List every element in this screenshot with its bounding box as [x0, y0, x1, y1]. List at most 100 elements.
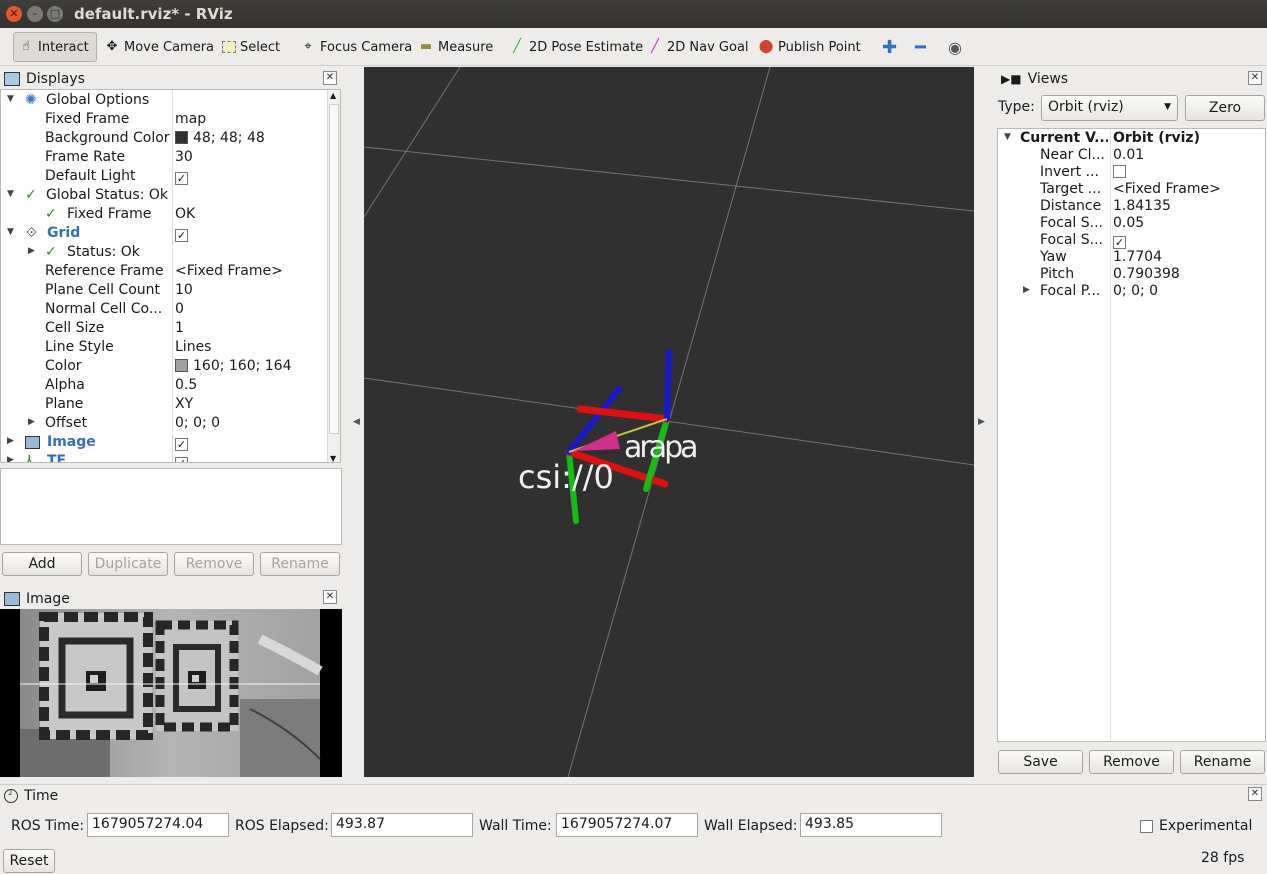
invert-z-checkbox[interactable]: [1113, 165, 1126, 178]
monitor-icon: [4, 72, 20, 86]
tree-row-background-color[interactable]: Background Color 48; 48; 48: [1, 129, 327, 148]
tree-row-color[interactable]: Color 160; 160; 164: [1, 357, 327, 376]
scene-canvas[interactable]: csi://0 arapa: [364, 67, 974, 777]
check-icon: ✓: [45, 244, 57, 260]
tf-enabled-checkbox[interactable]: ✓: [175, 457, 188, 462]
magenta-arrow-icon: ╱: [651, 39, 659, 54]
ros-time-field[interactable]: 1679057274.04: [87, 813, 229, 837]
remove-view-button[interactable]: Remove: [1089, 750, 1174, 774]
add-display-button[interactable]: Add: [2, 552, 82, 576]
zero-button[interactable]: Zero: [1185, 95, 1265, 121]
collapsed-arrow-icon[interactable]: ▶: [7, 436, 14, 446]
experimental-checkbox[interactable]: [1140, 820, 1153, 833]
tree-row-normal-cell-count[interactable]: Normal Cell Co... 0: [1, 300, 327, 319]
expand-arrow-icon[interactable]: ▼: [7, 94, 14, 104]
tree-row-plane[interactable]: Plane XY: [1, 395, 327, 414]
default-light-checkbox[interactable]: ✓: [175, 172, 188, 185]
ros-elapsed-field[interactable]: 493.87: [331, 813, 473, 837]
views-row-focal-shape-fixed[interactable]: Focal S... ✓: [998, 232, 1265, 249]
collapsed-arrow-icon[interactable]: ▶: [28, 246, 35, 256]
tree-row-alpha[interactable]: Alpha 0.5: [1, 376, 327, 395]
tree-row-image[interactable]: ▶ Image ✓: [1, 433, 327, 452]
tree-row-plane-cell-count[interactable]: Plane Cell Count 10: [1, 281, 327, 300]
window-minimize-button[interactable]: –: [27, 6, 43, 22]
tree-row-status-fixed-frame[interactable]: ✓ Fixed Frame OK: [1, 205, 327, 224]
tree-row-cell-size[interactable]: Cell Size 1: [1, 319, 327, 338]
tree-row-frame-rate[interactable]: Frame Rate 30: [1, 148, 327, 167]
duplicate-display-button[interactable]: Duplicate: [88, 552, 168, 576]
render-3d-viewport[interactable]: csi://0 arapa: [364, 67, 974, 777]
views-row-focal-point[interactable]: ▶ Focal P... 0; 0; 0: [998, 283, 1265, 300]
views-row-invert-z[interactable]: Invert ...: [998, 164, 1265, 181]
tree-row-grid-status[interactable]: ▶ ✓ Status: Ok: [1, 243, 327, 262]
check-icon: ✓: [25, 187, 37, 203]
wall-time-label: Wall Time:: [479, 818, 552, 834]
tool-measure[interactable]: ▬ Measure: [414, 32, 497, 62]
tree-row-global-options[interactable]: ▼ ✺ Global Options: [1, 91, 327, 110]
scroll-up-icon[interactable]: ▲: [330, 91, 336, 100]
expand-arrow-icon[interactable]: ▼: [1004, 132, 1011, 142]
tree-row-fixed-frame[interactable]: Fixed Frame map: [1, 110, 327, 129]
time-panel-close-button[interactable]: ✕: [1248, 787, 1262, 801]
views-row-target-frame[interactable]: Target ... <Fixed Frame>: [998, 181, 1265, 198]
ruler-icon: ▬: [419, 39, 433, 54]
tree-row-tf[interactable]: ▶ ⅄ TF ✓: [1, 452, 327, 462]
camera-icon: ▶■: [1001, 72, 1022, 86]
rename-display-button[interactable]: Rename: [260, 552, 340, 576]
focal-shape-fixed-checkbox[interactable]: ✓: [1113, 236, 1126, 249]
collapsed-arrow-icon[interactable]: ▶: [28, 417, 35, 427]
color-swatch: [175, 359, 188, 372]
views-row-pitch[interactable]: Pitch 0.790398: [998, 266, 1265, 283]
left-splitter-arrow-icon[interactable]: ◀: [353, 417, 360, 427]
add-tool-button[interactable]: ✚: [878, 32, 901, 62]
wall-time-field[interactable]: 1679057274.07: [556, 813, 698, 837]
window-maximize-button[interactable]: □: [47, 6, 63, 22]
image-enabled-checkbox[interactable]: ✓: [175, 438, 188, 451]
tree-row-offset[interactable]: ▶ Offset 0; 0; 0: [1, 414, 327, 433]
views-row-current-view[interactable]: ▼ Current V... Orbit (rviz): [998, 130, 1265, 147]
window-close-button[interactable]: ✕: [6, 6, 22, 22]
scroll-down-icon[interactable]: ▼: [330, 454, 336, 462]
rename-view-button[interactable]: Rename: [1180, 750, 1265, 774]
tool-publish-point[interactable]: ⬤ Publish Point: [754, 32, 865, 62]
displays-close-button[interactable]: ✕: [323, 71, 337, 85]
views-row-distance[interactable]: Distance 1.84135: [998, 198, 1265, 215]
views-row-focal-shape-size[interactable]: Focal S... 0.05: [998, 215, 1265, 232]
right-splitter-arrow-icon[interactable]: ▶: [978, 417, 985, 427]
tool-select[interactable]: Select: [218, 32, 284, 62]
tree-row-default-light[interactable]: Default Light ✓: [1, 167, 327, 186]
grid-enabled-checkbox[interactable]: ✓: [175, 229, 188, 242]
reset-button[interactable]: Reset: [3, 849, 55, 873]
views-row-near-clip[interactable]: Near Cl... 0.01: [998, 147, 1265, 164]
views-row-yaw[interactable]: Yaw 1.7704: [998, 249, 1265, 266]
panels-visibility-button[interactable]: ◉: [944, 32, 966, 62]
tool-interact[interactable]: ☝ Interact: [13, 32, 97, 62]
view-type-select[interactable]: Orbit (rviz) ▼: [1041, 95, 1178, 121]
expand-arrow-icon[interactable]: ▼: [7, 227, 14, 237]
tree-row-global-status[interactable]: ▼ ✓ Global Status: Ok: [1, 186, 327, 205]
tool-focus-camera[interactable]: ⌖ Focus Camera: [296, 32, 416, 62]
remove-display-button[interactable]: Remove: [174, 552, 254, 576]
move-camera-icon: ✥: [106, 39, 118, 54]
ros-time-label: ROS Time:: [11, 818, 85, 834]
display-description-box: [0, 468, 342, 545]
tree-row-line-style[interactable]: Line Style Lines: [1, 338, 327, 357]
check-icon: ✓: [45, 206, 57, 222]
tool-2d-nav-goal[interactable]: ╱ 2D Nav Goal: [643, 32, 753, 62]
tree-row-reference-frame[interactable]: Reference Frame <Fixed Frame>: [1, 262, 327, 281]
remove-tool-button[interactable]: ━: [911, 32, 930, 62]
displays-scrollbar[interactable]: ▲ ▼: [327, 90, 340, 462]
tool-2d-pose-estimate[interactable]: ╱ 2D Pose Estimate: [505, 32, 647, 62]
clock-icon: ┘: [4, 789, 18, 803]
tool-move-camera[interactable]: ✥ Move Camera: [100, 32, 218, 62]
tree-row-grid[interactable]: ▼ ⟐ Grid ✓: [1, 224, 327, 243]
wall-elapsed-field[interactable]: 493.85: [800, 813, 942, 837]
collapsed-arrow-icon[interactable]: ▶: [7, 455, 14, 462]
save-view-button[interactable]: Save: [998, 750, 1083, 774]
views-close-button[interactable]: ✕: [1248, 71, 1262, 85]
expand-arrow-icon[interactable]: ▼: [7, 189, 14, 199]
time-panel-header: ┘ Time: [0, 786, 400, 806]
collapsed-arrow-icon[interactable]: ▶: [1023, 285, 1030, 295]
image-panel-close-button[interactable]: ✕: [323, 590, 337, 604]
scroll-thumb[interactable]: [329, 104, 339, 434]
